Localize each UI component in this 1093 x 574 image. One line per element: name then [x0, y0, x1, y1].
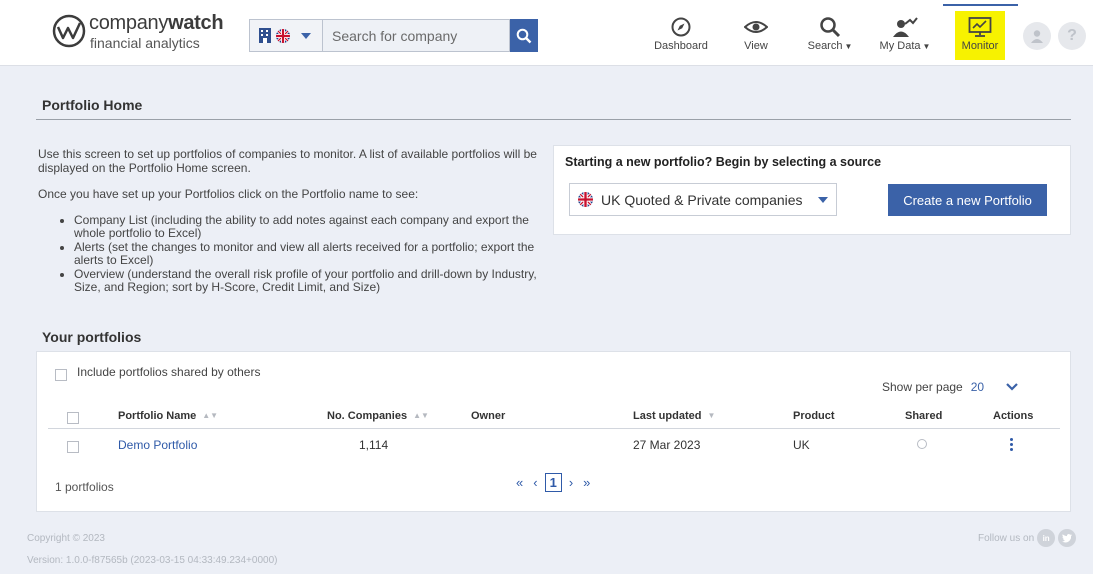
feature-list: Company List (including the ability to a…	[38, 213, 558, 295]
pager-next[interactable]: ›	[566, 475, 576, 490]
feature-item-company-list: Company List (including the ability to a…	[74, 213, 558, 241]
sort-icon: ▲▼	[202, 411, 219, 420]
version-text: Version: 1.0.0-f87565b (2023-03-15 04:33…	[27, 555, 278, 566]
pager-first[interactable]: «	[513, 475, 526, 490]
help-icon: ?	[1067, 27, 1077, 44]
user-chart-icon	[893, 17, 918, 37]
row-checkbox[interactable]	[67, 441, 79, 453]
portfolio-last-updated: 27 Mar 2023	[633, 438, 701, 452]
include-shared-checkbox[interactable]	[55, 369, 67, 381]
logo-mark-icon	[52, 14, 86, 48]
building-icon	[259, 28, 271, 43]
include-shared-label: Include portfolios shared by others	[77, 365, 261, 379]
sort-desc-icon: ▼	[707, 411, 716, 420]
new-portfolio-panel: Starting a new portfolio? Begin by selec…	[553, 145, 1071, 235]
portfolio-count: 1 portfolios	[55, 480, 114, 494]
per-page-label: Show per page	[882, 380, 963, 394]
portfolios-panel: Include portfolios shared by others Show…	[36, 351, 1071, 512]
portfolio-product: UK	[793, 438, 810, 452]
source-select[interactable]: UK Quoted & Private companies	[569, 183, 837, 216]
logo-tagline: financial analytics	[90, 35, 200, 51]
col-header-companies[interactable]: No. Companies ▲▼	[327, 410, 429, 422]
nav-view[interactable]: View	[740, 16, 772, 56]
logo-wordmark: companywatch	[89, 12, 224, 34]
search-button[interactable]	[510, 19, 538, 52]
portfolio-companies: 1,114	[359, 438, 389, 452]
select-all-checkbox[interactable]	[67, 412, 79, 424]
create-portfolio-button[interactable]: Create a new Portfolio	[888, 184, 1047, 216]
pager-current-page[interactable]: 1	[544, 473, 562, 492]
user-icon	[1031, 30, 1043, 43]
eye-icon	[744, 21, 768, 33]
include-shared-row: Include portfolios shared by others	[55, 363, 260, 381]
search-icon	[820, 17, 841, 38]
nav-dashboard[interactable]: Dashboard	[653, 16, 709, 56]
nav-search[interactable]: Search ▼	[807, 16, 853, 56]
intro-paragraph-2: Once you have set up your Portfolios cli…	[38, 187, 419, 201]
col-header-product[interactable]: Product	[793, 410, 835, 422]
uk-flag-icon	[276, 28, 290, 43]
chevron-down-icon	[301, 32, 311, 39]
source-select-value: UK Quoted & Private companies	[601, 191, 803, 208]
copyright-text: Copyright © 2023	[27, 533, 105, 544]
monitor-icon	[968, 17, 992, 37]
follow-us: Follow us on in	[978, 529, 1077, 547]
your-portfolios-title: Your portfolios	[42, 329, 142, 345]
country-selector[interactable]	[249, 19, 322, 52]
col-header-portfolio-name[interactable]: Portfolio Name ▲▼	[118, 410, 218, 422]
col-header-last-updated[interactable]: Last updated ▼	[633, 410, 715, 422]
page-title: Portfolio Home	[42, 97, 143, 113]
active-tab-indicator	[943, 4, 1018, 6]
nav-view-label: View	[744, 40, 768, 52]
pager-prev[interactable]: ‹	[530, 475, 540, 490]
portfolio-name-link[interactable]: Demo Portfolio	[118, 438, 197, 452]
col-header-shared: Shared	[905, 410, 943, 422]
company-search	[249, 19, 538, 52]
sort-icon: ▲▼	[413, 411, 429, 420]
per-page-value[interactable]: 20	[971, 380, 984, 394]
pagination: « ‹ 1 › »	[513, 473, 593, 492]
nav-dashboard-label: Dashboard	[654, 40, 708, 52]
col-header-owner[interactable]: Owner	[471, 410, 505, 422]
header-divider	[48, 428, 1060, 429]
per-page-control: Show per page 20	[882, 380, 1018, 394]
feature-item-overview: Overview (understand the overall risk pr…	[74, 267, 558, 295]
user-menu-button[interactable]	[1023, 22, 1051, 50]
nav-monitor[interactable]: Monitor	[960, 16, 1000, 56]
row-actions-menu-icon[interactable]	[1009, 438, 1015, 452]
nav-monitor-label: Monitor	[961, 40, 999, 52]
chevron-down-icon[interactable]	[1006, 383, 1018, 391]
help-button[interactable]: ?	[1058, 22, 1086, 50]
new-portfolio-heading: Starting a new portfolio? Begin by selec…	[565, 155, 882, 169]
caret-down-icon: ▼	[844, 42, 853, 51]
search-input[interactable]	[322, 19, 510, 52]
feature-item-alerts: Alerts (set the changes to monitor and v…	[74, 240, 558, 268]
follow-us-label: Follow us on	[978, 532, 1035, 544]
chevron-down-icon	[818, 197, 828, 203]
caret-down-icon: ▼	[922, 42, 931, 51]
shared-radio[interactable]	[917, 439, 927, 449]
uk-flag-icon	[578, 192, 593, 207]
col-header-actions: Actions	[993, 410, 1034, 422]
intro-text: Use this screen to set up portfolios of …	[38, 147, 558, 295]
nav-my-data-label: My Data	[879, 40, 921, 52]
nav-search-label: Search	[807, 40, 843, 52]
pager-last[interactable]: »	[580, 475, 593, 490]
search-icon	[516, 28, 532, 43]
linkedin-icon[interactable]: in	[1037, 529, 1056, 547]
title-divider	[36, 119, 1071, 120]
intro-paragraph-1: Use this screen to set up portfolios of …	[38, 147, 537, 175]
top-header: companywatch financial analytics Search …	[0, 0, 1093, 66]
nav-my-data[interactable]: My Data ▼	[879, 16, 931, 56]
twitter-icon[interactable]	[1058, 529, 1077, 547]
companywatch-logo[interactable]: companywatch financial analytics	[52, 12, 224, 54]
compass-icon	[671, 17, 691, 37]
